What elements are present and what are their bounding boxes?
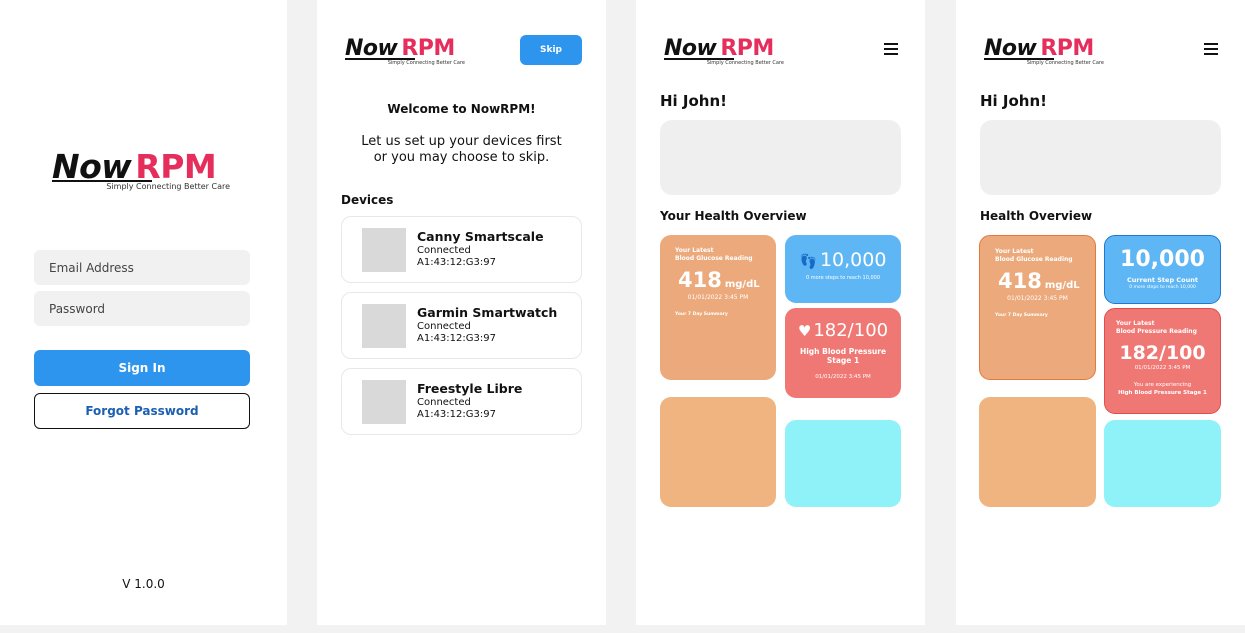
logo-tagline: Simply Connecting Better Care: [1026, 60, 1104, 66]
device-name: Freestyle Libre: [417, 381, 523, 396]
glucose-number: 418: [998, 269, 1042, 293]
glucose-label: Your Latest Blood Glucose Reading: [675, 247, 753, 263]
logo-tagline: Simply Connecting Better Care: [106, 182, 230, 191]
device-mac: A1:43:12:G3:97: [417, 257, 496, 268]
bp-value: ♥ 182/100: [785, 320, 901, 341]
nowrpm-logo: Now RPM Simply Connecting Better Care: [984, 38, 1104, 70]
health-overview-heading: Your Health Overview: [660, 209, 807, 223]
banner-placeholder[interactable]: [660, 120, 901, 195]
greeting: Hi John!: [980, 92, 1048, 110]
bp-message: You are experiencing: [1133, 382, 1192, 388]
glucose-value: 418 mg/dL: [998, 269, 1080, 293]
device-name: Garmin Smartwatch: [417, 305, 558, 320]
glucose-unit: mg/dL: [1044, 280, 1080, 291]
glucose-label-line-1: Your Latest: [995, 248, 1034, 255]
greeting: Hi John!: [660, 92, 728, 110]
email-field[interactable]: [34, 250, 250, 285]
dashboard-screen: Now RPM Simply Connecting Better Care Hi …: [636, 0, 925, 625]
skip-button[interactable]: Skip: [520, 35, 582, 65]
device-card[interactable]: Garmin Smartwatch Connected A1:43:12:G3:…: [341, 292, 582, 359]
empty-card-orange[interactable]: [979, 397, 1096, 507]
glucose-label-line-1: Your Latest: [675, 247, 714, 254]
device-card[interactable]: Canny Smartscale Connected A1:43:12:G3:9…: [341, 216, 582, 283]
device-status: Connected: [417, 321, 471, 332]
bp-number: 182/100: [813, 320, 889, 341]
device-status: Connected: [417, 245, 471, 256]
devices-heading: Devices: [341, 193, 394, 207]
intro-line-2: or you may choose to skip.: [373, 150, 550, 165]
steps-label: Current Step Count: [1127, 276, 1198, 284]
empty-card-cyan[interactable]: [785, 420, 901, 507]
glucose-datetime: 01/01/2022 3:45 PM: [687, 294, 749, 301]
bp-label: Your Latest Blood Pressure Reading: [1116, 320, 1197, 336]
steps-number: 10,000: [1120, 247, 1205, 272]
logo-tagline: Simply Connecting Better Care: [706, 60, 784, 66]
seven-day-summary-link[interactable]: Your 7 Day Summary: [675, 312, 728, 317]
sign-in-button[interactable]: Sign In: [34, 350, 250, 386]
bp-stage: High Blood Pressure Stage 1: [785, 347, 901, 365]
bp-label-line-2: Blood Pressure Reading: [1116, 328, 1197, 335]
bp-datetime: 01/01/2022 3:45 PM: [815, 374, 871, 380]
device-mac: A1:43:12:G3:97: [417, 409, 496, 420]
device-name: Canny Smartscale: [417, 229, 544, 244]
glucose-label: Your Latest Blood Glucose Reading: [995, 248, 1073, 264]
nowrpm-logo: Now RPM Simply Connecting Better Care: [52, 150, 230, 196]
password-field[interactable]: [34, 291, 250, 326]
version-label: V 1.0.0: [122, 577, 165, 591]
device-mac: A1:43:12:G3:97: [417, 333, 496, 344]
onboarding-screen: Now RPM Simply Connecting Better Care Ski…: [317, 0, 606, 625]
device-thumbnail: [362, 380, 406, 424]
glucose-label-line-2: Blood Glucose Reading: [675, 255, 753, 262]
seven-day-summary-link[interactable]: Your 7 Day Summary: [995, 313, 1048, 318]
footprints-icon: 👣: [799, 254, 817, 270]
banner-placeholder[interactable]: [980, 120, 1221, 195]
forgot-password-button[interactable]: Forgot Password: [34, 393, 250, 429]
empty-card-orange[interactable]: [660, 397, 776, 507]
device-card[interactable]: Freestyle Libre Connected A1:43:12:G3:97: [341, 368, 582, 435]
nowrpm-logo: Now RPM Simply Connecting Better Care: [664, 38, 784, 70]
glucose-number: 418: [678, 268, 722, 292]
nowrpm-logo: Now RPM Simply Connecting Better Care: [345, 38, 465, 70]
steps-card[interactable]: 10,000 Current Step Count 0 more steps t…: [1104, 235, 1221, 304]
steps-value: 👣 10,000: [785, 249, 901, 271]
blood-pressure-card[interactable]: Your Latest Blood Pressure Reading 182/1…: [1104, 308, 1221, 414]
login-screen: NowRPM Simply Connecting Better Care Sig…: [0, 0, 287, 625]
bp-label-line-1: Your Latest: [1116, 320, 1155, 327]
welcome-heading: Welcome to NowRPM!: [387, 102, 536, 116]
dashboard-screen-alt: Now RPM Simply Connecting Better Care Hi …: [956, 0, 1245, 625]
glucose-unit: mg/dL: [724, 279, 760, 290]
intro-text: Let us set up your devices first or you …: [317, 134, 606, 166]
device-thumbnail: [362, 228, 406, 272]
bp-datetime: 01/01/2022 3:45 PM: [1134, 365, 1191, 371]
bp-stage: High Blood Pressure Stage 1: [1118, 390, 1207, 396]
steps-subtext: 0 more steps to reach 10,000: [1129, 285, 1196, 290]
steps-card[interactable]: 👣 10,000 0 more steps to reach 10,000: [785, 235, 901, 303]
steps-number: 10,000: [819, 249, 887, 271]
glucose-card[interactable]: Your Latest Blood Glucose Reading 418 mg/…: [979, 235, 1096, 380]
glucose-value: 418 mg/dL: [678, 268, 760, 292]
logo-tagline: Simply Connecting Better Care: [387, 60, 465, 66]
blood-pressure-card[interactable]: ♥ 182/100 High Blood Pressure Stage 1 01/…: [785, 308, 901, 398]
hamburger-menu-icon[interactable]: [884, 43, 898, 55]
bp-stage-line-1: High Blood Pressure: [799, 347, 887, 356]
bp-stage-line-2: Stage 1: [826, 356, 860, 365]
health-overview-heading: Health Overview: [980, 209, 1093, 223]
device-status: Connected: [417, 397, 471, 408]
steps-subtext: 0 more steps to reach 10,000: [805, 275, 881, 281]
glucose-card[interactable]: Your Latest Blood Glucose Reading 418 mg/…: [660, 235, 776, 380]
bp-number: 182/100: [1119, 342, 1206, 364]
glucose-label-line-2: Blood Glucose Reading: [995, 256, 1073, 263]
intro-line-1: Let us set up your devices first: [361, 134, 562, 149]
glucose-datetime: 01/01/2022 3:45 PM: [1007, 295, 1068, 302]
heart-icon: ♥: [797, 322, 812, 340]
hamburger-menu-icon[interactable]: [1204, 43, 1218, 55]
empty-card-cyan[interactable]: [1104, 420, 1221, 507]
device-thumbnail: [362, 304, 406, 348]
